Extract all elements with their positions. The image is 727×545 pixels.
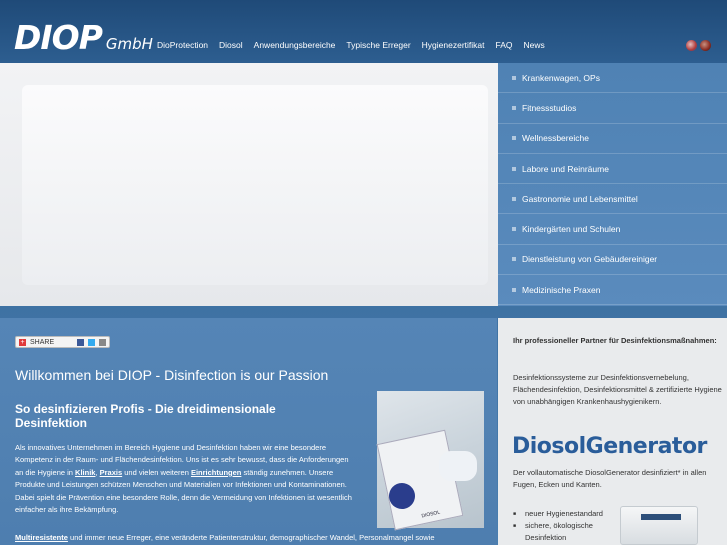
twitter-icon	[88, 338, 95, 346]
logo-text: DIOP	[14, 18, 103, 57]
bullet-icon	[512, 136, 516, 141]
nav-typische-erreger[interactable]: Typische Erreger	[346, 40, 410, 50]
link-praxis[interactable]: Praxis	[100, 468, 123, 477]
intro-paragraph: Als innovatives Unternehmen im Bereich H…	[15, 442, 355, 516]
menu-item-wellness[interactable]: Wellnessbereiche	[498, 124, 727, 154]
nav-news[interactable]: News	[524, 40, 545, 50]
email-icon	[99, 338, 106, 346]
share-label: SHARE	[30, 338, 55, 346]
menu-item-label: Dienstleistung von Gebäudereiniger	[522, 254, 658, 265]
share-button[interactable]: + SHARE	[15, 336, 110, 348]
section-heading: So desinfizieren Profis - Die dreidimens…	[15, 402, 276, 430]
header: DIOP GmbH DioProtection Diosol Anwendungs…	[0, 0, 727, 63]
feature-list: neuer Hygienestandard sichere, ökologisc…	[513, 508, 623, 544]
list-item: neuer Hygienestandard	[513, 508, 623, 520]
page-title: Willkommen bei DIOP - Disinfection is ou…	[15, 367, 329, 383]
menu-item-label: Medizinische Praxen	[522, 284, 601, 295]
facebook-icon	[77, 338, 84, 346]
menu-item-krankenwagen[interactable]: Krankenwagen, OPs	[498, 63, 727, 94]
hero-banner	[0, 63, 498, 306]
application-menu: Krankenwagen, OPs Fitnessstudios Wellnes…	[498, 63, 727, 306]
bullet-icon	[512, 166, 516, 171]
nav-hygienezertifikat[interactable]: Hygienezertifikat	[422, 40, 485, 50]
diosolgenerator-logo[interactable]: DiosolGenerator	[512, 434, 707, 459]
bullet-icon	[512, 227, 516, 232]
logo[interactable]: DIOP GmbH	[14, 18, 153, 57]
panel-title: Ihr professioneller Partner für Desinfek…	[513, 336, 717, 345]
menu-item-kindergaerten[interactable]: Kindergärten und Schulen	[498, 214, 727, 245]
product-photo: DIOSOL	[376, 391, 484, 531]
bullet-icon	[512, 196, 516, 201]
text-run: und immer neue Erreger, eine veränderte …	[67, 533, 435, 542]
menu-item-label: Kindergärten und Schulen	[522, 224, 621, 235]
nav-anwendungsbereiche[interactable]: Anwendungsbereiche	[254, 40, 336, 50]
menu-item-labore[interactable]: Labore und Reinräume	[498, 154, 727, 185]
generator-description: Der vollautomatische DiosolGenerator des…	[513, 468, 707, 489]
bullet-icon	[512, 257, 516, 262]
menu-item-label: Fitnessstudios	[522, 102, 577, 113]
bullet-icon	[512, 105, 516, 110]
panel-description: Desinfektionssysteme zur Desinfektionsve…	[513, 373, 722, 406]
nav-faq[interactable]: FAQ	[496, 40, 513, 50]
logo-suffix: GmbH	[105, 35, 153, 53]
menu-item-label: Labore und Reinräume	[522, 163, 609, 174]
device-label: DIOSOL	[420, 509, 441, 520]
menu-item-label: Gastronomie und Lebensmittel	[522, 193, 638, 204]
device-panel	[641, 514, 681, 520]
plus-icon: +	[19, 338, 26, 346]
menu-item-fitnessstudios[interactable]: Fitnessstudios	[498, 93, 727, 124]
partner-panel: Ihr professioneller Partner für Desinfek…	[498, 318, 727, 545]
link-klinik[interactable]: Klinik	[75, 468, 95, 477]
list-item: sichere, ökologische Desinfektion	[513, 520, 623, 544]
menu-item-label: Krankenwagen, OPs	[522, 72, 600, 83]
text-run: und vielen weiteren	[122, 467, 191, 477]
bullet-icon	[512, 287, 516, 292]
menu-item-label: Wellnessbereiche	[522, 133, 589, 144]
gloved-hand	[439, 451, 477, 481]
language-switcher	[686, 40, 711, 51]
link-multiresistente[interactable]: Multiresistente	[15, 533, 68, 542]
main-nav: DioProtection Diosol Anwendungsbereiche …	[157, 40, 545, 50]
link-einrichtungen[interactable]: Einrichtungen	[191, 468, 241, 477]
nav-diosol[interactable]: Diosol	[219, 40, 243, 50]
bullet-icon	[512, 75, 516, 80]
menu-item-gebaeudereiniger[interactable]: Dienstleistung von Gebäudereiniger	[498, 245, 727, 276]
menu-item-gastronomie[interactable]: Gastronomie und Lebensmittel	[498, 184, 727, 215]
hero-slide	[22, 85, 488, 285]
main-content: + SHARE Willkommen bei DIOP - Disinfecti…	[0, 318, 497, 545]
german-flag-icon[interactable]	[700, 40, 711, 51]
english-flag-icon[interactable]	[686, 40, 697, 51]
generator-image	[620, 506, 698, 545]
menu-item-praxen[interactable]: Medizinische Praxen	[498, 275, 727, 306]
second-paragraph: Multiresistente und immer neue Erreger, …	[15, 532, 485, 544]
nav-dioprotection[interactable]: DioProtection	[157, 40, 208, 50]
